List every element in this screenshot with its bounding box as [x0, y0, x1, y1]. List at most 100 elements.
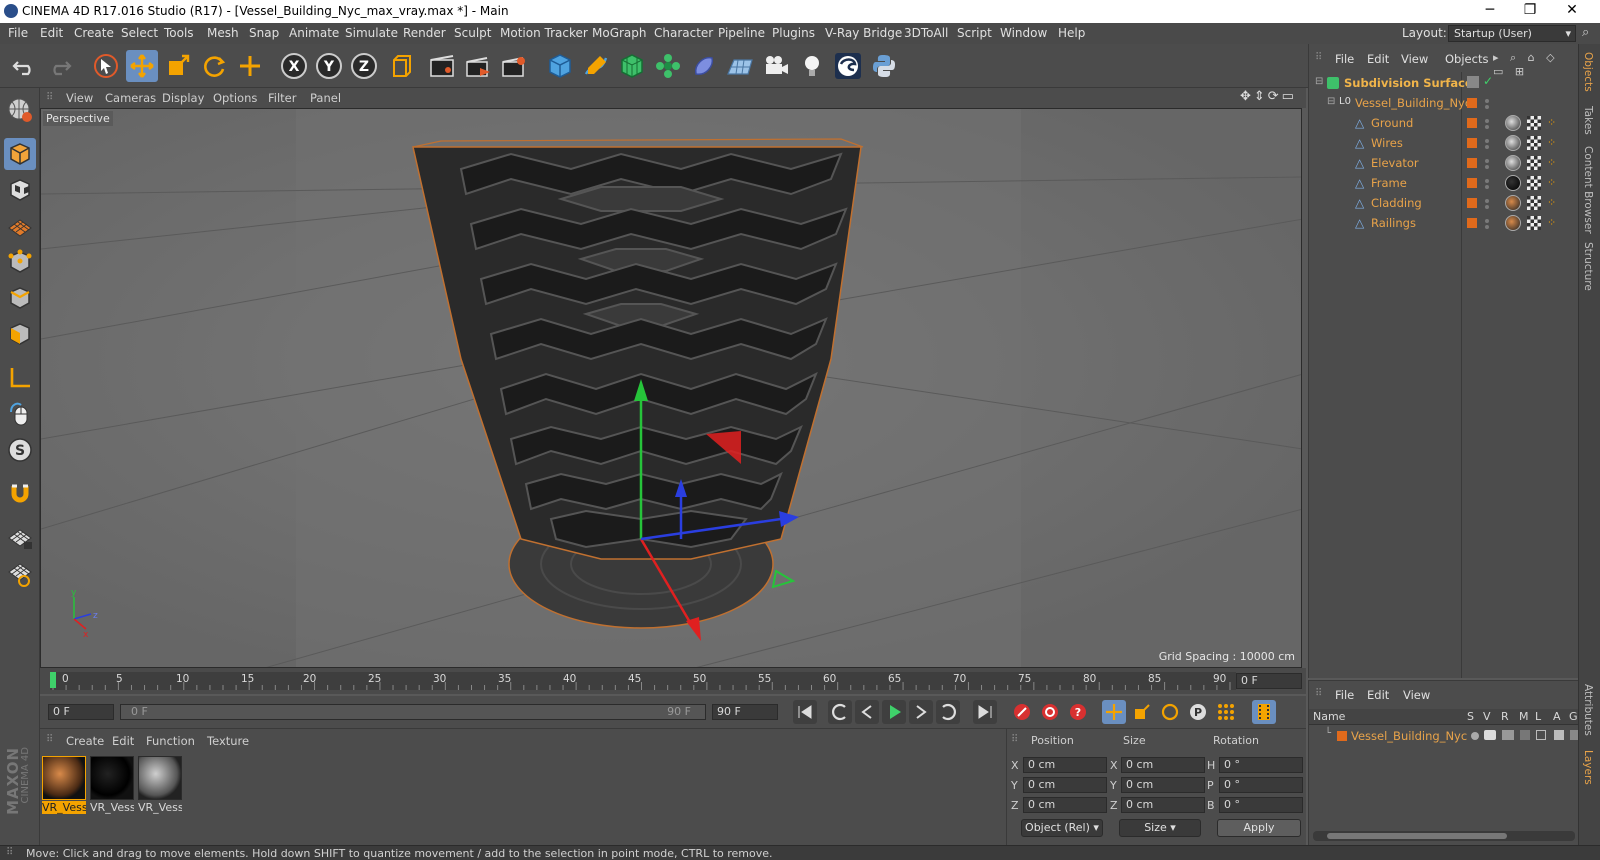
- object-row-cladding[interactable]: △ Cladding ⁘: [1309, 193, 1579, 213]
- layer-col-locked[interactable]: L: [1535, 710, 1541, 723]
- object-row-frame[interactable]: △ Frame ⁘: [1309, 173, 1579, 193]
- menu-animate[interactable]: Animate: [289, 26, 339, 40]
- material-swatch[interactable]: [90, 756, 134, 800]
- object-name[interactable]: Ground: [1371, 116, 1413, 130]
- tab-objects[interactable]: Objects: [1582, 52, 1594, 92]
- uvw-tag[interactable]: [1527, 156, 1541, 170]
- object-name[interactable]: Cladding: [1371, 196, 1422, 210]
- coordinate-mode-select[interactable]: Object (Rel) ▾: [1021, 819, 1103, 837]
- layer-col-name[interactable]: Name: [1313, 710, 1345, 723]
- render-view-button[interactable]: [426, 50, 458, 82]
- subdivision-surface-button[interactable]: [616, 50, 648, 82]
- close-button[interactable]: ✕: [1552, 2, 1592, 21]
- axis-mode-button[interactable]: [4, 362, 36, 394]
- render-dot[interactable]: [1485, 125, 1489, 129]
- autokey-button[interactable]: [1038, 700, 1062, 724]
- object-name[interactable]: Wires: [1371, 136, 1403, 150]
- menu-render[interactable]: Render: [403, 26, 446, 40]
- render-dot[interactable]: [1485, 105, 1489, 109]
- menu-select[interactable]: Select: [121, 26, 158, 40]
- object-menu-view[interactable]: View: [1401, 52, 1428, 66]
- render-settings-button[interactable]: [498, 50, 530, 82]
- record-keys-button[interactable]: [1010, 700, 1034, 724]
- object-name[interactable]: Railings: [1371, 216, 1416, 230]
- phong-tag-icon[interactable]: ⁘: [1547, 216, 1561, 230]
- layer-color-swatch[interactable]: [1337, 731, 1347, 741]
- play-button[interactable]: [882, 700, 906, 724]
- tab-layers[interactable]: Layers: [1582, 750, 1594, 785]
- pos-x-field[interactable]: 0 cm: [1023, 757, 1107, 773]
- material-tag[interactable]: [1505, 135, 1521, 151]
- material-label[interactable]: VR_Vess: [42, 801, 86, 814]
- go-to-end-button[interactable]: [973, 700, 997, 724]
- object-menu-edit[interactable]: Edit: [1367, 52, 1389, 66]
- pen-button[interactable]: [580, 50, 612, 82]
- material-label[interactable]: VR_Vess: [138, 801, 182, 814]
- layer-color-swatch[interactable]: [1467, 178, 1477, 188]
- timeline-window-button[interactable]: [1252, 700, 1276, 724]
- model-mode-button[interactable]: [4, 138, 36, 170]
- layer-col-view[interactable]: V: [1483, 710, 1491, 723]
- lock-icon[interactable]: [1536, 730, 1546, 740]
- phong-tag-icon[interactable]: ⁘: [1547, 156, 1561, 170]
- x-axis-button[interactable]: X: [278, 50, 310, 82]
- layer-color-swatch[interactable]: [1467, 218, 1477, 228]
- tab-attributes[interactable]: Attributes: [1582, 684, 1594, 736]
- render-dot[interactable]: [1485, 145, 1489, 149]
- viewport-3d[interactable]: y z x Perspective Grid Spacing : 10000 c…: [40, 108, 1302, 668]
- visibility-dot[interactable]: [1485, 119, 1489, 123]
- floor-button[interactable]: [724, 50, 756, 82]
- scrollbar-thumb[interactable]: [1327, 833, 1507, 839]
- material-tag[interactable]: [1505, 175, 1521, 191]
- redo-button[interactable]: [44, 50, 76, 82]
- viewport-menu-cameras[interactable]: Cameras: [105, 91, 156, 105]
- collapse-icon[interactable]: ⊟: [1327, 96, 1335, 107]
- object-row-railings[interactable]: △ Railings ⁘: [1309, 213, 1579, 233]
- visibility-dot[interactable]: [1485, 179, 1489, 183]
- python-button[interactable]: [868, 50, 900, 82]
- visibility-dot[interactable]: [1485, 219, 1489, 223]
- key-parameter-button[interactable]: P: [1186, 700, 1210, 724]
- object-menu-objects[interactable]: Objects: [1445, 52, 1488, 66]
- move-tool-button[interactable]: [126, 50, 158, 82]
- object-row-wires[interactable]: △ Wires ⁘: [1309, 133, 1579, 153]
- uvw-tag[interactable]: [1527, 116, 1541, 130]
- material-menu-create[interactable]: Create: [66, 734, 104, 748]
- menu-create[interactable]: Create: [74, 26, 114, 40]
- workplane-snap-button[interactable]: [4, 558, 36, 590]
- collapse-icon[interactable]: ⊟: [1315, 76, 1323, 87]
- layout-select[interactable]: Startup (User) ▾: [1448, 25, 1576, 42]
- tab-takes[interactable]: Takes: [1582, 106, 1594, 135]
- render-dot[interactable]: [1485, 205, 1489, 209]
- object-name[interactable]: Vessel_Building_Nyc: [1355, 96, 1471, 110]
- timeline-ruler[interactable]: 0 5 10 15 20 25 30 35 40 45 50 55 60 65 …: [40, 668, 1306, 694]
- material-label[interactable]: VR_Vess: [90, 801, 134, 814]
- object-row-subdivision[interactable]: ⊟ Subdivision Surface ✓: [1309, 73, 1579, 93]
- phong-tag-icon[interactable]: ⁘: [1547, 176, 1561, 190]
- live-selection-button[interactable]: [90, 50, 122, 82]
- material-tag[interactable]: [1505, 215, 1521, 231]
- menu-plugins[interactable]: Plugins: [772, 26, 815, 40]
- phong-tag-icon[interactable]: ⁘: [1547, 136, 1561, 150]
- transform-tool-button[interactable]: [234, 50, 266, 82]
- object-row-vessel[interactable]: ⊟ L0 Vessel_Building_Nyc: [1309, 93, 1579, 113]
- layer-color-swatch[interactable]: [1467, 158, 1477, 168]
- menu-tools[interactable]: Tools: [164, 26, 194, 40]
- magnet-button[interactable]: [4, 478, 36, 510]
- menu-character[interactable]: Character: [654, 26, 713, 40]
- visibility-dot[interactable]: [1485, 139, 1489, 143]
- menu-mograph[interactable]: MoGraph: [592, 26, 647, 40]
- prev-frame-button[interactable]: [855, 700, 879, 724]
- render-clapper-icon[interactable]: [1502, 730, 1514, 740]
- phong-tag-icon[interactable]: ⁘: [1547, 196, 1561, 210]
- layer-col-solo[interactable]: S: [1467, 710, 1474, 723]
- go-to-start-button[interactable]: [793, 700, 817, 724]
- snap-button[interactable]: S: [4, 434, 36, 466]
- menu-pipeline[interactable]: Pipeline: [718, 26, 765, 40]
- viewport-menu-panel[interactable]: Panel: [310, 91, 341, 105]
- object-row-elevator[interactable]: △ Elevator ⁘: [1309, 153, 1579, 173]
- layer-menu-file[interactable]: File: [1335, 688, 1354, 702]
- apply-button[interactable]: Apply: [1217, 819, 1301, 837]
- maximize-button[interactable]: ❐: [1510, 2, 1550, 21]
- visibility-dot[interactable]: [1485, 159, 1489, 163]
